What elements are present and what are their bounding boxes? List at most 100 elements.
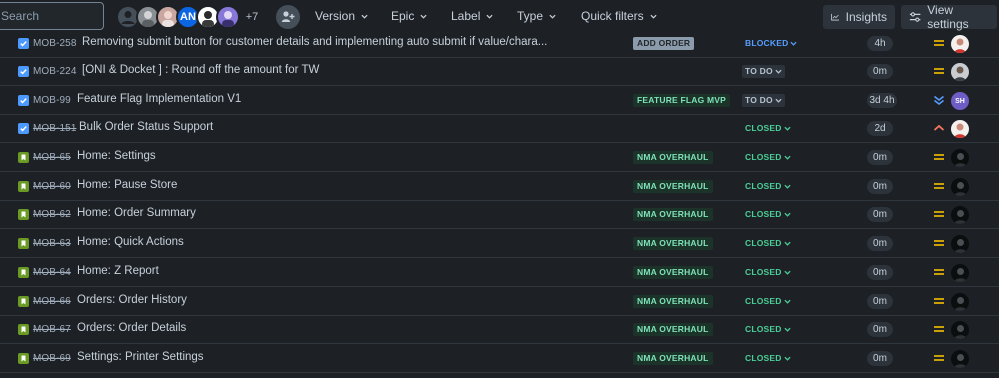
filter-version[interactable]: Version	[315, 9, 368, 23]
status-dropdown[interactable]: BLOCKED	[742, 37, 800, 50]
table-row[interactable]: MOB-99 Feature Flag Implementation V1 FEAT…	[0, 87, 999, 115]
assignee-avatar[interactable]	[951, 149, 969, 167]
assignee-avatar[interactable]	[951, 120, 969, 138]
add-people-button[interactable]	[276, 5, 300, 29]
status-dropdown[interactable]: CLOSED	[742, 266, 794, 279]
story-type-icon	[18, 181, 29, 192]
assignee-avatar[interactable]	[951, 264, 969, 282]
chevron-down-icon	[361, 14, 368, 19]
issue-key[interactable]: MOB-64	[33, 267, 71, 278]
status-dropdown[interactable]: CLOSED	[742, 352, 794, 365]
assignee-avatar[interactable]	[951, 178, 969, 196]
issue-summary[interactable]: [ONI & Docket ] : Round off the amount f…	[82, 64, 319, 76]
status-dropdown[interactable]: TO DO	[742, 65, 785, 78]
issue-summary[interactable]: Removing submit button for customer deta…	[82, 36, 547, 48]
issue-summary[interactable]: Home: Z Report	[77, 265, 159, 277]
issue-key[interactable]: MOB-60	[33, 181, 71, 192]
assignee-avatar[interactable]	[951, 63, 969, 81]
chevron-down-icon	[486, 14, 493, 19]
story-type-icon	[18, 267, 29, 278]
chevron-down-icon	[784, 241, 791, 246]
issue-key[interactable]: MOB-258	[33, 38, 77, 49]
estimate-badge: 0m	[867, 265, 893, 280]
issue-key[interactable]: MOB-62	[33, 209, 71, 220]
issue-summary[interactable]: Home: Settings	[77, 150, 156, 162]
assignee-avatar[interactable]	[951, 321, 969, 339]
issue-summary[interactable]: Bulk Order Status Support	[79, 121, 213, 133]
status-dropdown[interactable]: TO DO	[742, 94, 785, 107]
estimate-badge: 0m	[867, 150, 893, 165]
table-row[interactable]: MOB-63 Home: Quick Actions NMA OVERHAUL CLO…	[0, 230, 999, 258]
status-dropdown[interactable]: CLOSED	[742, 323, 794, 336]
chevron-down-icon	[784, 212, 791, 217]
chevron-down-icon	[420, 14, 427, 19]
table-row[interactable]: MOB-66 Orders: Order History NMA OVERHAUL C…	[0, 288, 999, 316]
priority-medium-icon	[934, 326, 944, 332]
assignee-avatar[interactable]: SH	[951, 92, 969, 110]
filter-quick-filters[interactable]: Quick filters	[581, 9, 657, 23]
assignee-avatar[interactable]	[951, 206, 969, 224]
status-label: CLOSED	[745, 267, 782, 277]
assignee-avatar[interactable]	[951, 235, 969, 253]
search-input[interactable]	[1, 9, 96, 23]
table-row[interactable]: MOB-224 [ONI & Docket ] : Round off the a…	[0, 58, 999, 86]
table-row[interactable]: MOB-62 Home: Order Summary NMA OVERHAUL CLO…	[0, 201, 999, 229]
avatar[interactable]	[216, 5, 240, 29]
status-dropdown[interactable]: CLOSED	[742, 151, 794, 164]
issue-key[interactable]: MOB-63	[33, 238, 71, 249]
epic-label: NMA OVERHAUL	[633, 295, 713, 308]
filter-label: Label	[451, 9, 481, 23]
issue-key[interactable]: MOB-65	[33, 152, 71, 163]
issue-summary[interactable]: Feature Flag Implementation V1	[77, 93, 241, 105]
estimate-badge: 4h	[867, 36, 893, 51]
issue-summary[interactable]: Settings: Printer Settings	[77, 351, 204, 363]
issue-key[interactable]: MOB-66	[33, 296, 71, 307]
story-type-icon	[18, 152, 29, 163]
status-label: CLOSED	[745, 296, 782, 306]
chevron-down-icon	[549, 14, 556, 19]
issue-summary[interactable]: Home: Quick Actions	[77, 236, 184, 248]
table-row[interactable]: MOB-258 Removing submit button for custom…	[0, 30, 999, 58]
issue-summary[interactable]: Home: Order Summary	[77, 207, 196, 219]
issue-key[interactable]: MOB-99	[33, 95, 71, 106]
status-dropdown[interactable]: CLOSED	[742, 122, 794, 135]
issue-summary[interactable]: Orders: Order Details	[77, 322, 186, 334]
insights-button[interactable]: Insights	[823, 5, 895, 29]
table-row[interactable]: MOB-151 Bulk Order Status Support CLOSED 2d	[0, 115, 999, 143]
status-dropdown[interactable]: CLOSED	[742, 237, 794, 250]
assignee-avatar[interactable]	[951, 350, 969, 368]
assignee-avatar[interactable]	[951, 293, 969, 311]
table-row[interactable]: MOB-67 Orders: Order Details NMA OVERHAUL C…	[0, 316, 999, 344]
status-dropdown[interactable]: CLOSED	[742, 208, 794, 221]
search-field[interactable]	[0, 2, 104, 30]
priority-medium-icon	[934, 240, 944, 246]
epic-label: NMA OVERHAUL	[633, 180, 713, 193]
assignee-avatar[interactable]	[951, 35, 969, 53]
status-label: CLOSED	[745, 123, 782, 133]
status-dropdown[interactable]: CLOSED	[742, 180, 794, 193]
status-label: CLOSED	[745, 181, 782, 191]
filter-type[interactable]: Type	[517, 9, 556, 23]
issue-key[interactable]: MOB-151	[33, 123, 77, 134]
story-type-icon	[18, 353, 29, 364]
sliders-icon	[909, 12, 921, 22]
more-avatars-count[interactable]: +7	[240, 5, 264, 29]
issue-key[interactable]: MOB-69	[33, 353, 71, 364]
status-dropdown[interactable]: CLOSED	[742, 295, 794, 308]
table-row[interactable]: MOB-60 Home: Pause Store NMA OVERHAUL CLOSE…	[0, 173, 999, 201]
issue-key[interactable]: MOB-224	[33, 66, 77, 77]
table-row[interactable]: MOB-69 Settings: Printer Settings NMA OVER…	[0, 345, 999, 373]
estimate-badge: 3d 4h	[867, 93, 897, 108]
issue-summary[interactable]: Home: Pause Store	[77, 179, 177, 191]
view-settings-label: View settings	[927, 3, 969, 31]
table-row[interactable]: MOB-65 Home: Settings NMA OVERHAUL CLOSED 0m	[0, 144, 999, 172]
table-row[interactable]: MOB-64 Home: Z Report NMA OVERHAUL CLOSED 0m	[0, 259, 999, 287]
filter-epic[interactable]: Epic	[391, 9, 427, 23]
add-person-icon	[281, 11, 295, 22]
filter-label: Type	[517, 9, 544, 23]
issue-key[interactable]: MOB-67	[33, 324, 71, 335]
priority-medium-icon	[934, 269, 944, 275]
view-settings-button[interactable]: View settings	[901, 3, 997, 31]
filter-label-dropdown[interactable]: Label	[451, 9, 493, 23]
issue-summary[interactable]: Orders: Order History	[77, 294, 187, 306]
